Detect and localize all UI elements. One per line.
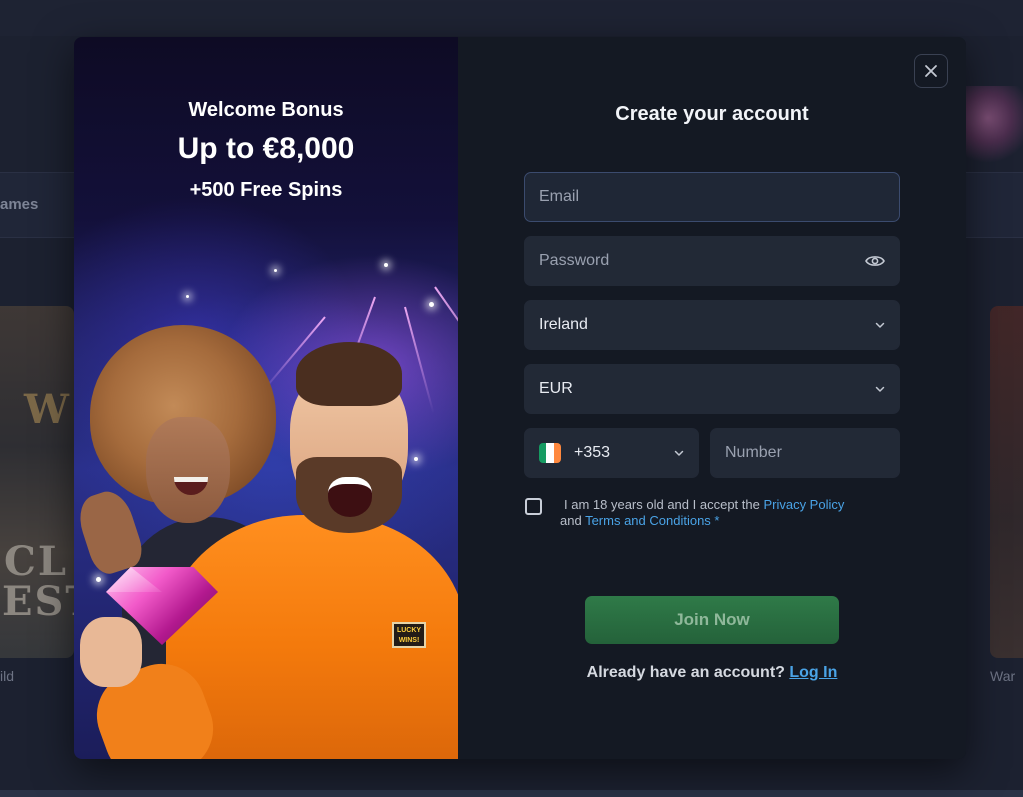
eye-icon[interactable] [865, 254, 885, 268]
background-game-caption-right: War [990, 668, 1016, 684]
phone-number-field-wrapper [710, 428, 900, 478]
firework-streak [404, 306, 435, 414]
signup-modal: Welcome Bonus Up to €8,000 +500 Free Spi… [74, 37, 966, 759]
country-value: Ireland [539, 316, 588, 333]
age-terms-checkbox[interactable] [525, 498, 542, 515]
background-nav-item: ames [0, 196, 39, 213]
chevron-down-icon [875, 322, 885, 328]
currency-value: EUR [539, 380, 573, 397]
login-prompt-text: Already have an account? [586, 664, 790, 681]
man-hair [296, 342, 402, 406]
log-in-link[interactable]: Log In [789, 664, 837, 681]
sparkle [186, 295, 189, 298]
close-button[interactable] [914, 54, 948, 88]
man-fist [80, 617, 142, 687]
sweater-badge-logo: LUCKY WINS! [392, 622, 426, 648]
background-game-caption: ild [0, 668, 15, 684]
join-now-button[interactable]: Join Now [585, 596, 839, 644]
currency-select[interactable]: EUR [524, 364, 900, 414]
password-input[interactable] [539, 252, 865, 270]
tile-logo-mark: W [24, 386, 69, 433]
chevron-down-icon [875, 386, 885, 392]
phone-number-input[interactable] [725, 444, 885, 462]
form-title: Create your account [615, 103, 809, 125]
promo-amount: Up to €8,000 [177, 132, 355, 165]
background-gem [964, 86, 1023, 166]
sparkle [96, 577, 101, 582]
sparkle [384, 263, 388, 267]
email-field-wrapper [524, 172, 900, 222]
sparkle [414, 457, 418, 461]
consent-text-start: I am 18 years old and I accept the [564, 497, 764, 512]
close-icon [925, 65, 937, 77]
woman-face [146, 417, 230, 523]
signup-form-panel: Create your account Ireland EUR [458, 37, 966, 759]
woman-hand [74, 485, 148, 579]
password-field-wrapper [524, 236, 900, 286]
email-input[interactable] [539, 188, 885, 206]
sparkle [429, 302, 434, 307]
promo-free-spins: +500 Free Spins [189, 179, 343, 201]
required-mark: * [710, 513, 720, 528]
ireland-flag-icon [539, 443, 561, 463]
background-game-tile: W CL EST [0, 306, 95, 658]
firework-streak [434, 286, 458, 403]
privacy-policy-link[interactable]: Privacy Policy [763, 497, 844, 512]
background-topbar [0, 0, 1023, 36]
terms-link[interactable]: Terms and Conditions [585, 513, 711, 528]
login-prompt: Already have an account? Log In [458, 664, 966, 682]
chevron-down-icon [674, 450, 684, 456]
consent-text: I am 18 years old and I accept the Priva… [560, 497, 904, 529]
country-select[interactable]: Ireland [524, 300, 900, 350]
sparkle [274, 269, 277, 272]
background-game-tile-right [990, 306, 1023, 658]
background-bottom-strip [0, 790, 1023, 797]
phone-code-value: +353 [574, 444, 611, 461]
phone-code-select[interactable]: +353 [524, 428, 699, 478]
promo-panel: Welcome Bonus Up to €8,000 +500 Free Spi… [74, 37, 458, 759]
consent-text-middle: and [560, 513, 586, 528]
man-mouth [328, 477, 372, 517]
promo-welcome-bonus: Welcome Bonus [188, 99, 344, 121]
